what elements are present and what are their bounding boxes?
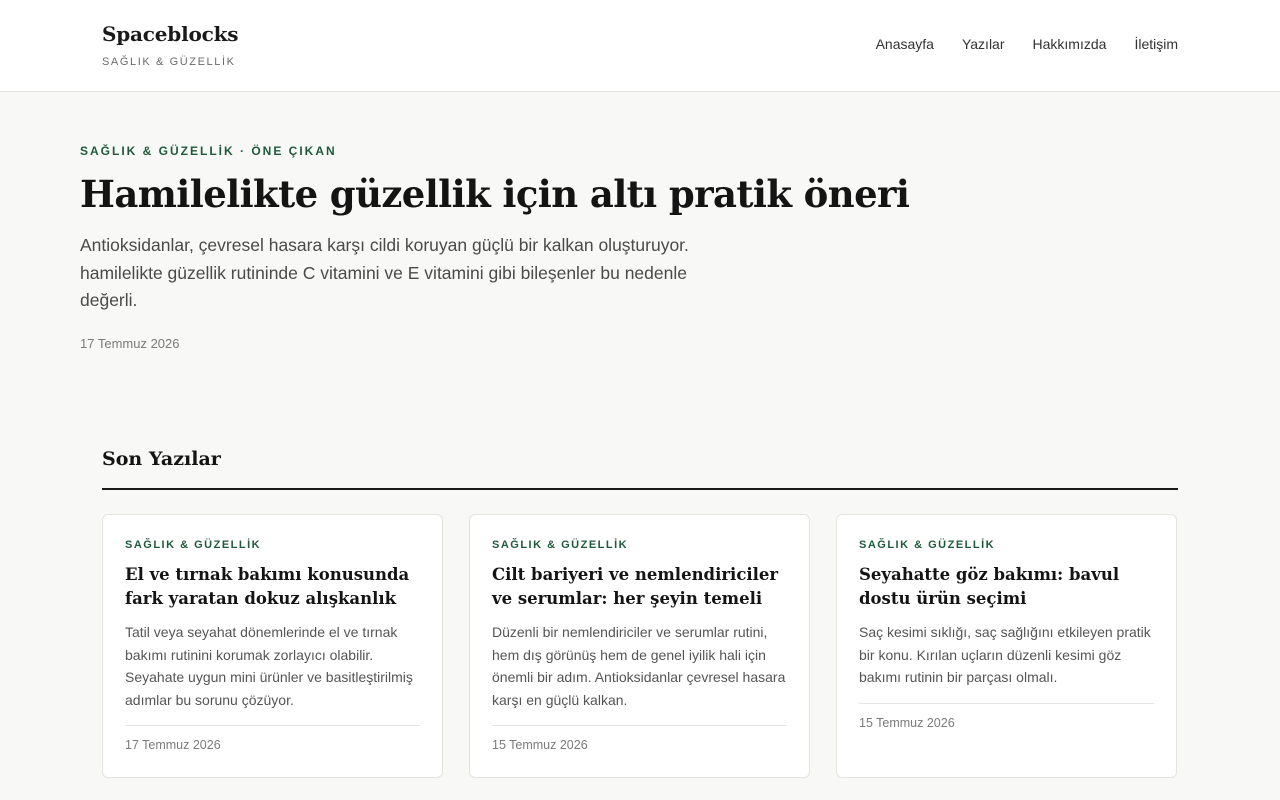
post-card-category: SAĞLIK & GÜZELLİK (859, 539, 996, 551)
post-card-date: 17 Temmuz 2026 (125, 738, 221, 752)
nav-link-contact[interactable]: İletişim (1134, 36, 1178, 52)
divider (125, 725, 420, 726)
post-card-excerpt: Düzenli bir nemlendiriciler ve serumlar … (492, 624, 786, 708)
post-card-excerpt: Tatil veya seyahat dönemlerinde el ve tı… (125, 624, 413, 708)
post-card-date: 15 Temmuz 2026 (859, 715, 955, 730)
post-card-date: 15 Temmuz 2026 (492, 738, 588, 752)
post-card[interactable]: SAĞLIK & GÜZELLİK El ve tırnak bakımı ko… (102, 514, 443, 778)
section-heading: Son Yazılar (102, 448, 1178, 490)
divider (492, 725, 787, 726)
post-card-category: SAĞLIK & GÜZELLİK (125, 539, 262, 551)
featured-date: 17 Temmuz 2026 (80, 335, 180, 351)
site-header: Spaceblocks SAĞLIK & GÜZELLİK Anasayfa Y… (0, 0, 1280, 92)
nav-link-home[interactable]: Anasayfa (876, 36, 934, 52)
featured-lede: Antioksidanlar, çevresel hasara karşı ci… (80, 235, 689, 311)
post-card-title[interactable]: El ve tırnak bakımı konusunda fark yarat… (125, 563, 420, 611)
post-card-category: SAĞLIK & GÜZELLİK (492, 539, 629, 551)
post-card-excerpt: Saç kesimi sıklığı, saç sağlığını etkile… (859, 624, 1151, 685)
nav-link-posts[interactable]: Yazılar (962, 36, 1005, 52)
post-card-title[interactable]: Seyahatte göz bakımı: bavul dostu ürün s… (859, 563, 1154, 611)
post-card-title[interactable]: Cilt bariyeri ve nemlendiriciler ve seru… (492, 563, 787, 611)
divider (859, 702, 1154, 704)
featured-kicker: SAĞLIK & GÜZELLİK · ÖNE ÇIKAN (80, 144, 337, 158)
post-card[interactable]: SAĞLIK & GÜZELLİK Cilt bariyeri ve nemle… (469, 514, 810, 778)
recent-posts-section: Son Yazılar SAĞLIK & GÜZELLİK El ve tırn… (102, 448, 1178, 778)
post-card[interactable]: SAĞLIK & GÜZELLİK Seyahatte göz bakımı: … (836, 514, 1177, 778)
post-card-list: SAĞLIK & GÜZELLİK El ve tırnak bakımı ko… (102, 514, 1178, 778)
nav-link-about[interactable]: Hakkımızda (1033, 36, 1107, 52)
featured-title[interactable]: Hamilelikte güzellik için altı pratik ön… (80, 172, 940, 216)
brand[interactable]: Spaceblocks SAĞLIK & GÜZELLİK (102, 22, 239, 68)
featured-post: SAĞLIK & GÜZELLİK · ÖNE ÇIKAN Hamilelikt… (80, 144, 940, 351)
site-tagline: SAĞLIK & GÜZELLİK (102, 56, 236, 68)
main-nav: Anasayfa Yazılar Hakkımızda İletişim (876, 36, 1178, 52)
site-logo-text[interactable]: Spaceblocks (102, 22, 239, 46)
